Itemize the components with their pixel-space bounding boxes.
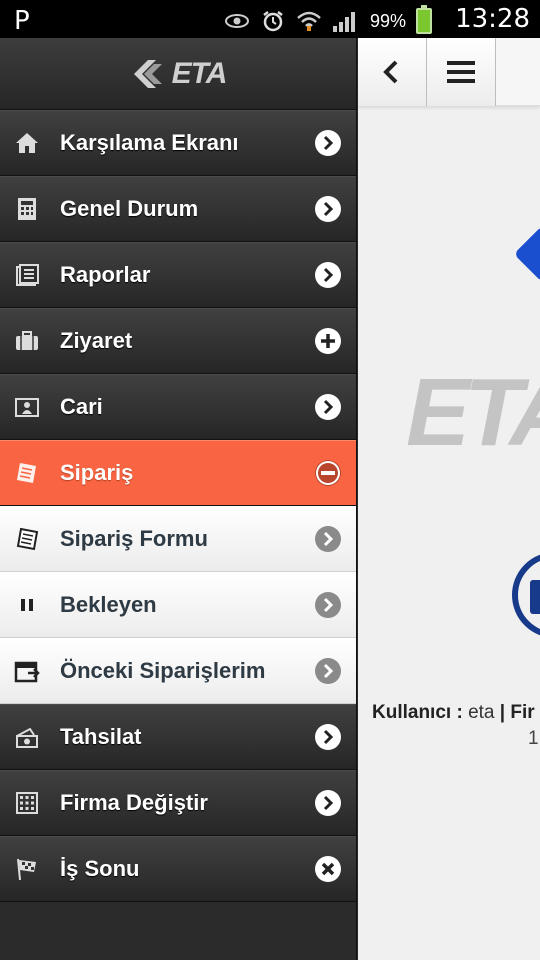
menu-button[interactable] [427, 38, 496, 106]
chevron-right-icon [315, 592, 341, 618]
menu-item-label: Karşılama Ekranı [60, 130, 239, 155]
minus-icon [315, 460, 341, 486]
menu-item-label: İş Sonu [60, 856, 140, 881]
menu-item-tahsilat[interactable]: Tahsilat [0, 704, 356, 770]
hamburger-icon [447, 61, 475, 83]
briefcase-icon [14, 328, 40, 354]
signal-icon [332, 12, 355, 32]
chevron-right-icon [315, 526, 341, 552]
firm-label: Fir [510, 702, 535, 723]
menu-item-label: Önceki Siparişlerim [60, 658, 266, 683]
parking-notification-icon: P [14, 6, 30, 36]
menu-item-genel-durum[interactable]: Genel Durum [0, 176, 356, 242]
menu-item-cari[interactable]: Cari [0, 374, 356, 440]
chevron-right-icon [315, 724, 341, 750]
logo-text: ETA [171, 56, 228, 90]
menu-item-label: Cari [60, 394, 103, 419]
user-label: Kullanıcı : [372, 702, 463, 723]
menu-item-onceki-siparislerim[interactable]: Önceki Siparişlerim [0, 638, 356, 704]
menu-item-siparis[interactable]: Sipariş [0, 440, 356, 506]
close-icon [315, 856, 341, 882]
toolbar [358, 38, 540, 106]
eta-logo: ETA [130, 56, 227, 92]
menu-item-karsilama[interactable]: Karşılama Ekranı [0, 110, 356, 176]
grid-icon [14, 790, 40, 816]
back-icon [383, 60, 398, 84]
menu-item-siparis-formu[interactable]: Sipariş Formu [0, 506, 356, 572]
clock: 13:28 [455, 4, 530, 34]
menu-item-label: Firma Değiştir [60, 790, 208, 815]
chevron-right-icon [315, 658, 341, 684]
menu-item-label: Genel Durum [60, 196, 199, 221]
order-form-icon [14, 526, 40, 552]
report-icon [14, 262, 40, 288]
menu-item-label: Sipariş Formu [60, 526, 208, 551]
eta-watermark-logo: ETA [406, 359, 540, 466]
chevron-right-icon [315, 130, 341, 156]
alarm-icon [263, 11, 283, 32]
menu-item-label: Raporlar [60, 262, 151, 287]
sidebar-header: ETA [0, 38, 356, 110]
order-icon [14, 460, 40, 486]
pause-icon [14, 592, 40, 618]
chevron-right-icon [315, 790, 341, 816]
chevron-right-icon [315, 394, 341, 420]
separator: | [499, 702, 506, 723]
chevron-right-icon [315, 196, 341, 222]
eta-logo-mark-icon [133, 59, 162, 88]
menu-item-label: Bekleyen [60, 592, 157, 617]
status-bar: P 99% 13:28 [0, 0, 540, 38]
status-icons: 99% [224, 5, 432, 34]
menu-item-ziyaret[interactable]: Ziyaret [0, 308, 356, 374]
main-panel: ETA Kullanıcı : eta | Fir 1 [358, 38, 540, 960]
menu-item-bekleyen[interactable]: Bekleyen [0, 572, 356, 638]
battery-percent: 99% [369, 10, 406, 31]
calculator-icon [14, 196, 40, 222]
contact-card-icon [14, 394, 40, 420]
menu-item-label: Ziyaret [60, 328, 133, 353]
plus-icon [315, 328, 341, 354]
cash-icon [14, 724, 40, 750]
user-info-line: Kullanıcı : eta | Fir [372, 702, 535, 724]
user-value: eta [468, 702, 495, 723]
chevron-right-icon [315, 262, 341, 288]
wifi-icon [297, 11, 321, 31]
checkered-flag-icon [14, 856, 40, 882]
menu-item-label: Tahsilat [60, 724, 142, 749]
calendar-icon [14, 658, 40, 684]
menu-item-label: Sipariş [60, 460, 134, 485]
menu-item-raporlar[interactable]: Raporlar [0, 242, 356, 308]
battery-icon [416, 5, 432, 34]
sidebar-menu: ETA Karşılama Ekranı Genel Durum Raporla… [0, 38, 357, 960]
user-info-second-line: 1 [528, 728, 539, 749]
home-icon [14, 130, 40, 156]
eye-icon [224, 14, 249, 28]
back-button[interactable] [358, 38, 427, 106]
logo-accent-shape [513, 225, 540, 283]
menu-item-is-sonu[interactable]: İş Sonu [0, 836, 356, 902]
circle-logo-inner [530, 580, 540, 614]
menu-item-firma-degistir[interactable]: Firma Değiştir [0, 770, 356, 836]
